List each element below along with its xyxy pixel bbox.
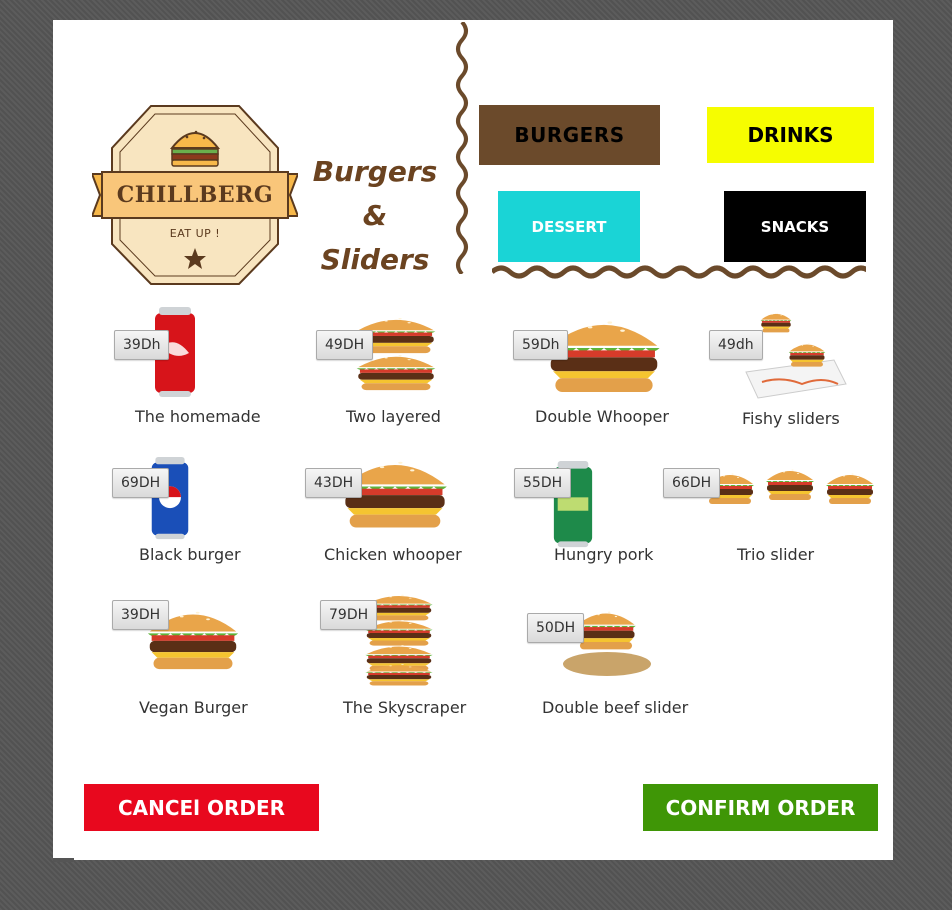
item-name: Hungry pork <box>554 545 654 564</box>
price-tag: 55DH <box>514 468 572 498</box>
item-name: Chicken whooper <box>324 545 462 564</box>
category-snacks-button[interactable]: SNACKS <box>724 191 866 262</box>
price-tag: 39Dh <box>114 330 170 360</box>
brand-subtitle: Burgers & Sliders <box>300 150 450 282</box>
item-name: The homemade <box>135 407 261 426</box>
price-tag: 43DH <box>305 468 363 498</box>
menu-item-vegan-burger[interactable]: 39DH Vegan Burger <box>112 590 272 720</box>
category-drinks-button[interactable]: DRINKS <box>707 107 874 163</box>
price-tag: 69DH <box>112 468 170 498</box>
price-tag: 50DH <box>527 613 585 643</box>
brand-name: CHILLBERG <box>116 182 274 208</box>
brand-logo: CHILLBERG EAT UP ! <box>92 104 298 286</box>
three-sliders-icon <box>706 469 874 504</box>
item-name: Double Whooper <box>535 407 669 426</box>
panel-notch <box>53 858 74 862</box>
price-tag: 49dh <box>709 330 763 360</box>
menu-item-double-whooper[interactable]: 59Dh Double Whooper <box>512 305 687 430</box>
item-name: Vegan Burger <box>139 698 248 717</box>
price-tag: 49DH <box>316 330 374 360</box>
menu-item-trio-slider[interactable]: 66DH Trio slider <box>663 455 878 573</box>
category-burgers-button[interactable]: BURGERS <box>479 105 660 165</box>
item-name: Double beef slider <box>542 698 689 717</box>
menu-item-double-beef-slider[interactable]: 50DH Double beef slider <box>527 600 702 720</box>
item-name: Two layered <box>346 407 441 426</box>
brand-subtitle-line1: Burgers & <box>312 155 438 232</box>
price-tag: 59Dh <box>513 330 569 360</box>
item-name: The Skyscraper <box>343 698 467 717</box>
wavy-divider-vertical <box>456 22 468 274</box>
menu-item-the-skyscraper[interactable]: 79DH The Skyscraper <box>320 590 480 720</box>
brand-subtitle-line2: Sliders <box>320 243 430 276</box>
wavy-divider-horizontal <box>492 265 866 279</box>
price-tag: 39DH <box>112 600 170 630</box>
item-name: Trio slider <box>737 545 815 564</box>
menu-item-two-layered[interactable]: 49DH Two layered <box>315 305 475 430</box>
cancel-order-button[interactable]: CANCEl ORDER <box>84 784 319 831</box>
menu-item-fishy-sliders[interactable]: 49dh Fishy sliders <box>708 300 858 432</box>
menu-item-hungry-pork[interactable]: 55DH Hungry pork <box>514 455 674 573</box>
menu-item-chicken-whooper[interactable]: 43DH Chicken whooper <box>305 452 475 572</box>
menu-item-black-burger[interactable]: 69DH Black burger <box>112 455 262 573</box>
item-name: Fishy sliders <box>742 409 840 428</box>
item-name: Black burger <box>139 545 241 564</box>
price-tag: 79DH <box>320 600 378 630</box>
category-dessert-button[interactable]: DESSERT <box>498 191 640 262</box>
brand-tagline: EAT UP ! <box>169 227 221 240</box>
price-tag: 66DH <box>663 468 721 498</box>
confirm-order-button[interactable]: CONFIRM ORDER <box>643 784 878 831</box>
menu-item-the-homemade[interactable]: 39Dh The homemade <box>110 305 280 430</box>
